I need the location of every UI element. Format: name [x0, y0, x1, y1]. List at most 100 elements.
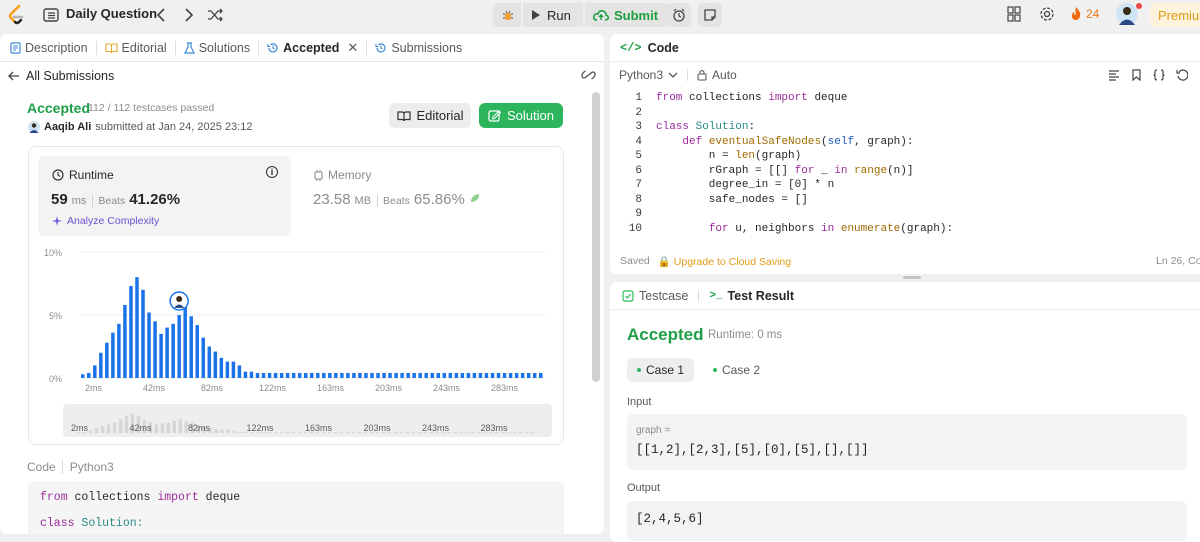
overview-bar [280, 432, 284, 434]
solution-button[interactable]: Solution [479, 103, 563, 128]
author-name[interactable]: Aaqib Ali [44, 121, 91, 133]
histogram-bar [213, 351, 218, 378]
editorial-button[interactable]: Editorial [389, 103, 471, 128]
bookmark-icon[interactable] [1131, 69, 1142, 81]
histogram-bar [273, 372, 278, 378]
user-avatar[interactable] [1116, 3, 1142, 25]
next-problem-icon[interactable] [181, 6, 197, 24]
code-token: class [40, 517, 75, 530]
cursor-position: Ln 26, Col [1156, 255, 1200, 267]
reset-icon[interactable] [1176, 69, 1188, 81]
histogram-bar [478, 372, 483, 378]
language-select[interactable]: Python3 [619, 68, 663, 82]
problem-list-icon[interactable] [43, 7, 59, 23]
runtime-distribution-chart[interactable]: 10% 5% 0% 2ms 42ms 82ms 122ms 163ms 203ms 243ms 28… [29, 147, 565, 446]
tab-solutions[interactable]: Solutions [183, 40, 251, 55]
overview-bar [118, 419, 123, 433]
leetcode-logo-icon[interactable] [6, 4, 26, 26]
chevron-down-icon[interactable] [668, 72, 678, 79]
y-tick-label: 0% [49, 374, 62, 384]
tab-divider [366, 40, 368, 55]
braces-icon[interactable] [1153, 69, 1165, 81]
x-tick-label: 2ms [85, 383, 103, 393]
histogram-bar [159, 333, 163, 378]
line-number: 4 [635, 135, 642, 148]
submit-button[interactable]: Submit [585, 3, 670, 27]
toolbar-divider [687, 69, 689, 81]
histogram-bar [472, 372, 477, 378]
timer-button[interactable] [667, 3, 691, 27]
overview-bar [471, 432, 475, 434]
histogram-bar [460, 372, 465, 378]
submitted-time: submitted at Jan 24, 2025 23:12 [95, 121, 253, 133]
histogram-bar [279, 372, 284, 378]
input-box: graph = [[1,2],[2,3],[5],[0],[5],[],[]] [627, 414, 1187, 470]
tab-test-result[interactable]: >_ Test Result [709, 289, 794, 303]
line-number: 3 [635, 121, 642, 133]
histogram-bar [532, 372, 537, 378]
overview-bar [298, 432, 302, 434]
daily-question-title[interactable]: Daily Question [66, 6, 157, 21]
shuffle-icon[interactable] [207, 6, 223, 24]
run-button[interactable]: Run [523, 3, 583, 27]
checkbox-icon [622, 289, 634, 302]
histogram-bar [303, 372, 308, 378]
tab-submissions[interactable]: Submissions [375, 41, 462, 55]
debug-button[interactable] [493, 3, 521, 27]
tab-testcase[interactable]: Testcase [622, 289, 688, 303]
tab-accepted[interactable]: Accepted ✕ [267, 40, 358, 56]
case-1-label: Case 1 [646, 363, 685, 377]
tab-description-label: Description [25, 40, 88, 55]
input-variable-name: graph = [636, 425, 671, 436]
share-link-icon[interactable] [581, 68, 596, 85]
notification-dot [1136, 3, 1142, 9]
case-2-tab[interactable]: Case 2 [703, 358, 770, 382]
premium-button[interactable]: Premium [1150, 3, 1200, 27]
bug-icon [503, 10, 513, 20]
autocomplete-mode[interactable]: Auto [712, 68, 737, 82]
close-tab-icon[interactable]: ✕ [347, 40, 358, 56]
streak-counter[interactable]: 24 [1070, 6, 1099, 21]
x-tick-label: 243ms [433, 383, 461, 393]
overview-bar [232, 430, 236, 433]
code-line: def eventualSafeNodes(self, graph): [682, 135, 914, 148]
notes-button[interactable] [698, 3, 722, 27]
histogram-bar [81, 374, 85, 378]
tab-editorial[interactable]: Editorial [104, 40, 167, 55]
overview-bar [226, 429, 230, 433]
format-icon[interactable] [1108, 69, 1120, 81]
overview-bar [519, 432, 523, 434]
line-number: 9 [635, 208, 642, 220]
histogram-bar [526, 372, 531, 378]
overview-tick-label: 163ms [305, 423, 333, 433]
histogram-bar [141, 289, 145, 378]
code-brackets-icon: </> [620, 40, 642, 55]
overview-tick-label: 42ms [130, 423, 153, 433]
histogram-bar [490, 372, 495, 378]
prev-problem-icon[interactable] [153, 6, 169, 24]
code-token: import [157, 491, 199, 504]
histogram-bar [496, 372, 501, 378]
overview-bar [154, 424, 159, 433]
overview-tick-label: 122ms [247, 423, 275, 433]
tab-divider [258, 40, 260, 55]
upgrade-cloud-saving-link[interactable]: 🔒 Upgrade to Cloud Saving [658, 255, 791, 268]
settings-gear-icon[interactable] [1039, 6, 1055, 25]
code-line: n = len(graph) [656, 150, 802, 162]
author-avatar[interactable] [28, 121, 40, 133]
panel-resize-handle[interactable] [903, 276, 921, 279]
overview-bar [345, 432, 350, 434]
all-submissions-link[interactable]: All Submissions [0, 62, 604, 90]
overview-bar [459, 432, 463, 434]
submission-panel: Description Editorial Solutions Accepted… [0, 34, 604, 534]
run-label: Run [547, 7, 571, 23]
test-result-runtime: Runtime: 0 ms [708, 329, 783, 341]
tab-description[interactable]: Description [10, 41, 88, 55]
layout-icon[interactable] [1007, 6, 1021, 25]
case-1-tab[interactable]: Case 1 [627, 358, 695, 382]
left-scrollbar[interactable] [592, 92, 600, 382]
submitted-code-block[interactable]: from collections import deque class Solu… [28, 481, 564, 534]
tab-editorial-label: Editorial [121, 40, 167, 55]
tab-solutions-label: Solutions [198, 40, 251, 55]
histogram-bar [436, 372, 441, 378]
